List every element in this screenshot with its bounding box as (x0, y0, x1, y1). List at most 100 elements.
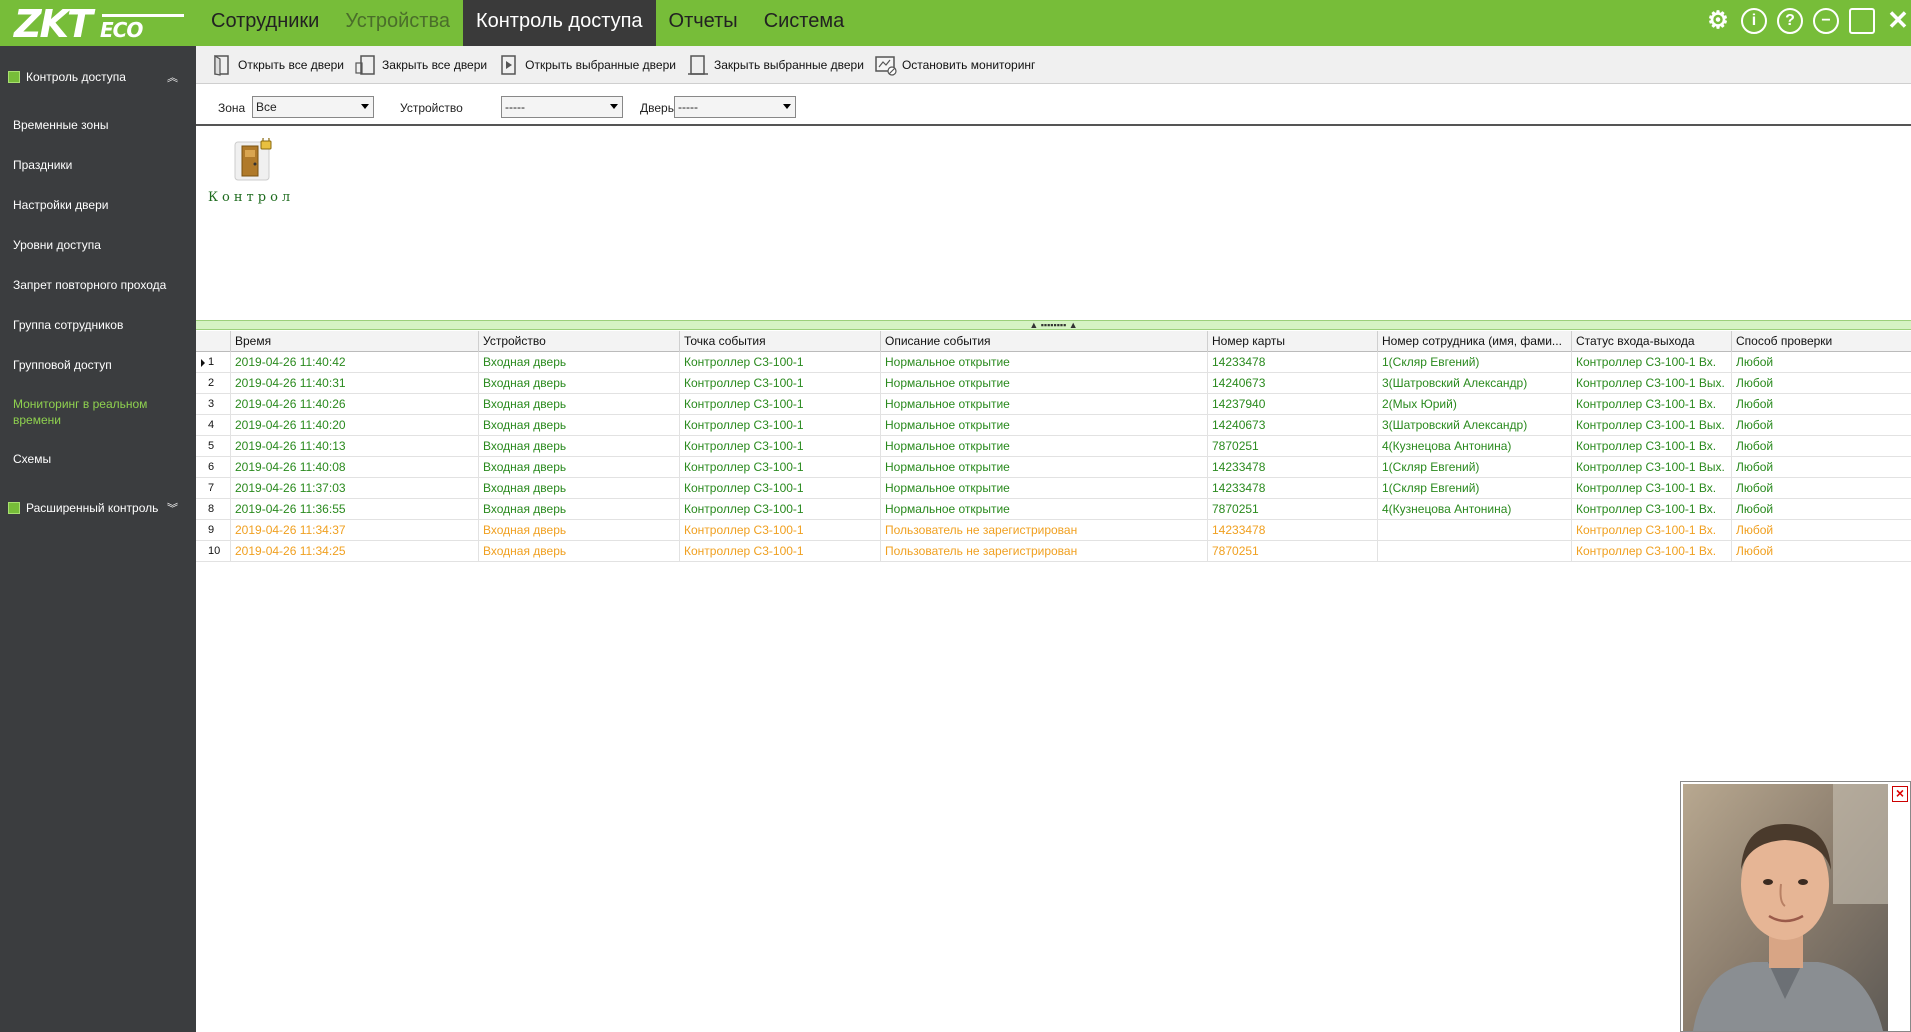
row-number-text: 9 (208, 524, 215, 536)
cell-emp: 1(Скляр Евгений) (1378, 457, 1572, 478)
cell-card: 14233478 (1208, 352, 1378, 373)
header-card-number[interactable]: Номер карты (1208, 331, 1378, 352)
chevron-down-icon (361, 104, 369, 109)
header-verify-method[interactable]: Способ проверки (1732, 331, 1911, 352)
cell-emp: 2(Мых Юрий) (1378, 394, 1572, 415)
cell-card: 14240673 (1208, 415, 1378, 436)
info-icon[interactable]: i (1741, 8, 1767, 34)
cell-card: 14233478 (1208, 457, 1378, 478)
cell-status: Контроллер C3-100-1 Вх. (1572, 436, 1732, 457)
minimize-icon[interactable]: − (1813, 8, 1839, 34)
sidebar-section-access-control[interactable]: Контроль доступа ︽ (0, 60, 196, 94)
zone-select[interactable]: Все (252, 96, 374, 118)
cell-time: 2019-04-26 11:36:55 (231, 499, 479, 520)
access-control-icon (8, 71, 20, 83)
cell-card: 14233478 (1208, 520, 1378, 541)
table-row[interactable]: 6 2019-04-26 11:40:08 Входная дверь Контрол… (196, 457, 1911, 478)
sidebar-item-group-access[interactable]: Групповой доступ (13, 357, 188, 373)
row-number: 3 (196, 394, 231, 415)
cell-card: 7870251 (1208, 436, 1378, 457)
cell-desc: Пользователь не зарегистрирован (881, 520, 1208, 541)
toolbar: Открыть все двери Закрыть все двери Откр… (196, 46, 1911, 84)
header-employee[interactable]: Номер сотрудника (имя, фами... (1378, 331, 1572, 352)
sidebar-item-access-levels[interactable]: Уровни доступа (13, 237, 188, 253)
chevron-down-icon: ︾ (167, 503, 178, 515)
header-time[interactable]: Время (231, 331, 479, 352)
sidebar-section-advanced-control[interactable]: Расширенный контроль ︾ (0, 491, 196, 525)
close-all-doors-button[interactable]: Закрыть все двери (354, 53, 487, 77)
nav-access-control[interactable]: Контроль доступа (462, 0, 656, 46)
cell-status: Контроллер C3-100-1 Вх. (1572, 478, 1732, 499)
stop-monitoring-button[interactable]: Остановить мониторинг (874, 53, 1036, 77)
device-select[interactable]: ----- (501, 96, 623, 118)
table-row[interactable]: 2 2019-04-26 11:40:31 Входная дверь Контрол… (196, 373, 1911, 394)
open-selected-doors-label: Открыть выбранные двери (525, 57, 676, 72)
row-number: 2 (196, 373, 231, 394)
cell-method: Любой (1736, 418, 1774, 432)
cell-status: Контроллер C3-100-1 Вых. (1572, 373, 1732, 394)
close-photo-button[interactable]: × (1892, 786, 1908, 802)
sidebar-item-anti-passback[interactable]: Запрет повторного прохода (13, 277, 188, 293)
open-all-doors-label: Открыть все двери (238, 57, 345, 72)
cell-device: Входная дверь (479, 499, 680, 520)
cell-method: Любой (1736, 544, 1774, 558)
gear-icon[interactable]: ⚙ (1705, 8, 1731, 34)
sidebar: Контроль доступа ︽ Временные зоны Праздн… (0, 46, 196, 1032)
row-number: 6 (196, 457, 231, 478)
stop-monitoring-label: Остановить мониторинг (901, 57, 1036, 72)
sidebar-item-realtime-monitoring[interactable]: Мониторинг в реальном времени (13, 396, 163, 428)
cell-card: 14240673 (1208, 373, 1378, 394)
employee-photo (1683, 784, 1888, 1031)
cell-device: Входная дверь (479, 352, 680, 373)
cell-device: Входная дверь (479, 394, 680, 415)
sidebar-item-time-zones[interactable]: Временные зоны (13, 117, 188, 133)
chevron-up-icon: ︽ (167, 72, 178, 84)
panel-splitter[interactable]: ▲ ▪▪▪▪▪▪▪▪ ▲ (196, 320, 1911, 330)
cell-desc: Нормальное открытие (881, 415, 1208, 436)
cell-device: Входная дверь (479, 415, 680, 436)
header-io-status[interactable]: Статус входа-выхода (1572, 331, 1732, 352)
cell-card: 7870251 (1208, 541, 1378, 562)
main-nav: Сотрудники Устройства Контроль доступа О… (198, 0, 857, 46)
nav-system[interactable]: Система (751, 0, 858, 46)
open-selected-doors-button[interactable]: Открыть выбранные двери (497, 53, 676, 77)
header-event-point[interactable]: Точка события (680, 331, 881, 352)
cell-card: 14233478 (1208, 478, 1378, 499)
zone-select-value: Все (256, 100, 277, 114)
nav-devices[interactable]: Устройства (332, 0, 463, 46)
sidebar-item-employee-group[interactable]: Группа сотрудников (13, 317, 188, 333)
cell-status: Контроллер C3-100-1 Вых. (1572, 415, 1732, 436)
table-row[interactable]: 10 2019-04-26 11:34:25 Входная дверь Контро… (196, 541, 1911, 562)
row-number: 5 (196, 436, 231, 457)
table-row[interactable]: 4 2019-04-26 11:40:20 Входная дверь Контрол… (196, 415, 1911, 436)
sidebar-item-holidays[interactable]: Праздники (13, 157, 188, 173)
table-row[interactable]: 9 2019-04-26 11:34:37 Входная дверь Контрол… (196, 520, 1911, 541)
sidebar-item-door-settings[interactable]: Настройки двери (13, 197, 188, 213)
table-row[interactable]: 8 2019-04-26 11:36:55 Входная дверь Контрол… (196, 499, 1911, 520)
sidebar-item-maps[interactable]: Схемы (13, 451, 188, 467)
cell-device: Входная дверь (479, 373, 680, 394)
open-all-doors-button[interactable]: Открыть все двери (210, 53, 344, 77)
table-row[interactable]: 1 2019-04-26 11:40:42 Входная дверь Контрол… (196, 352, 1911, 373)
close-selected-doors-button[interactable]: Закрыть выбранные двери (686, 53, 864, 77)
device-label: Устройство (400, 101, 463, 115)
maximize-icon[interactable] (1849, 8, 1875, 34)
door-monitor-area: Контрол (196, 128, 1911, 320)
row-number-text: 2 (208, 377, 215, 389)
cell-emp (1378, 541, 1572, 562)
door-open-selected-icon (501, 54, 516, 75)
current-row-marker-icon (201, 359, 205, 367)
nav-reports[interactable]: Отчеты (656, 0, 751, 46)
door-select[interactable]: ----- (674, 96, 796, 118)
nav-employees[interactable]: Сотрудники (198, 0, 332, 46)
door-label: Дверь (640, 101, 674, 115)
cell-time: 2019-04-26 11:37:03 (231, 478, 479, 499)
table-row[interactable]: 5 2019-04-26 11:40:13 Входная дверь Контрол… (196, 436, 1911, 457)
table-row[interactable]: 3 2019-04-26 11:40:26 Входная дверь Контрол… (196, 394, 1911, 415)
help-icon[interactable]: ? (1777, 8, 1803, 34)
table-row[interactable]: 7 2019-04-26 11:37:03 Входная дверь Контрол… (196, 478, 1911, 499)
sidebar-section-label: Расширенный контроль (26, 501, 159, 515)
header-device[interactable]: Устройство (479, 331, 680, 352)
close-icon[interactable]: ✕ (1885, 7, 1911, 34)
header-event-desc[interactable]: Описание события (881, 331, 1208, 352)
